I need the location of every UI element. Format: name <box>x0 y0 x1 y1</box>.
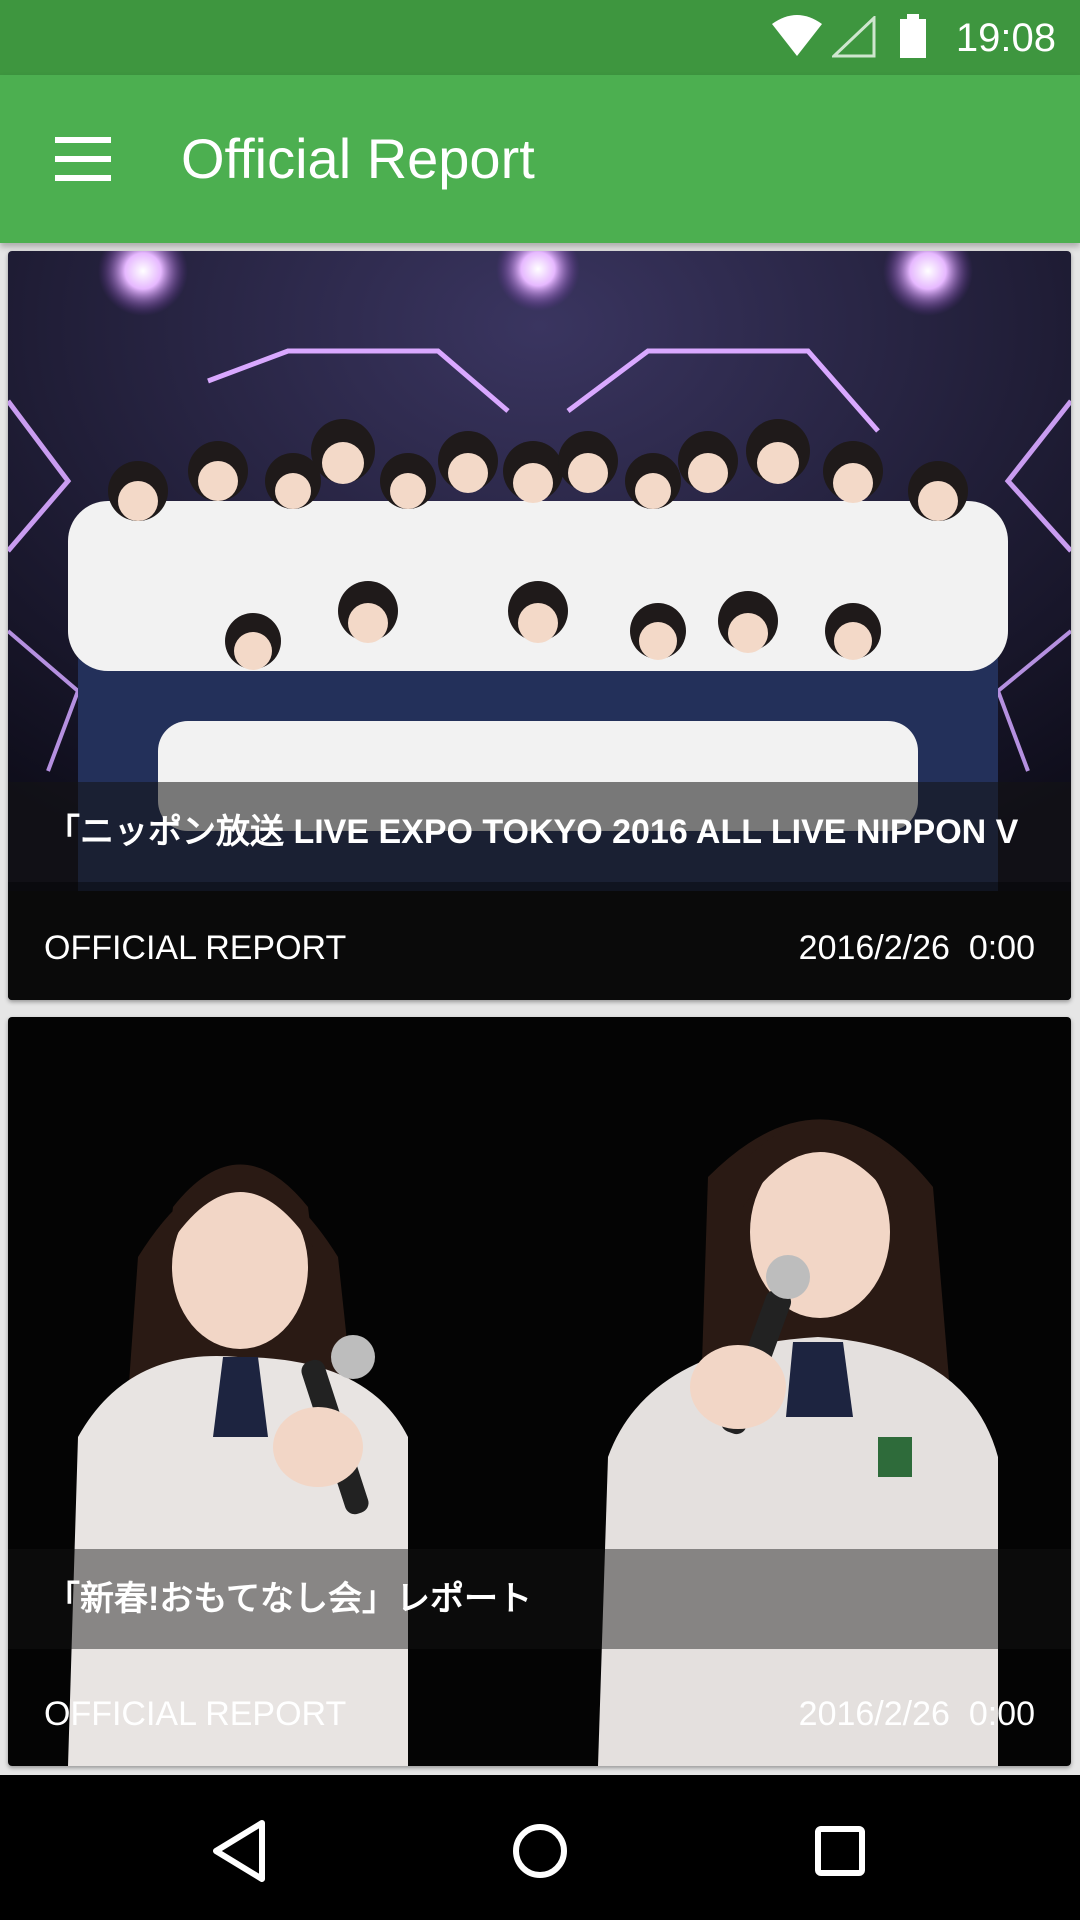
card-date: 2016/2/26 0:00 <box>798 929 1035 967</box>
card-category: OFFICIAL REPORT <box>44 1695 347 1733</box>
page-title: Official Report <box>181 127 535 190</box>
card-date: 2016/2/26 0:00 <box>798 1695 1035 1733</box>
card-meta: OFFICIAL REPORT 2016/2/26 0:00 <box>8 1648 1071 1766</box>
status-bar: 19:08 <box>0 0 1080 75</box>
recents-icon[interactable] <box>800 1811 880 1891</box>
wifi-icon <box>772 15 822 56</box>
report-card[interactable]: 「新春!おもてなし会」レポート OFFICIAL REPORT 2016/2/2… <box>8 1017 1071 1766</box>
battery-icon <box>900 14 926 58</box>
cell-signal-icon <box>832 16 876 58</box>
app-bar: Official Report <box>0 75 1080 243</box>
card-headline: 「新春!おもてなし会」レポート <box>46 1580 532 1618</box>
headline-band: 「新春!おもてなし会」レポート <box>8 1549 1071 1649</box>
report-card[interactable]: 「ニッポン放送 LIVE EXPO TOKYO 2016 ALL LIVE NI… <box>8 251 1071 1000</box>
system-nav-bar <box>0 1775 1080 1920</box>
back-icon[interactable] <box>200 1811 280 1891</box>
home-icon[interactable] <box>500 1811 580 1891</box>
card-headline: 「ニッポン放送 LIVE EXPO TOKYO 2016 ALL LIVE NI… <box>46 813 1019 851</box>
hamburger-menu-icon[interactable] <box>44 131 126 187</box>
headline-band: 「ニッポン放送 LIVE EXPO TOKYO 2016 ALL LIVE NI… <box>8 782 1071 882</box>
status-time: 19:08 <box>955 16 1056 60</box>
card-meta: OFFICIAL REPORT 2016/2/26 0:00 <box>8 882 1071 1000</box>
card-category: OFFICIAL REPORT <box>44 929 347 967</box>
